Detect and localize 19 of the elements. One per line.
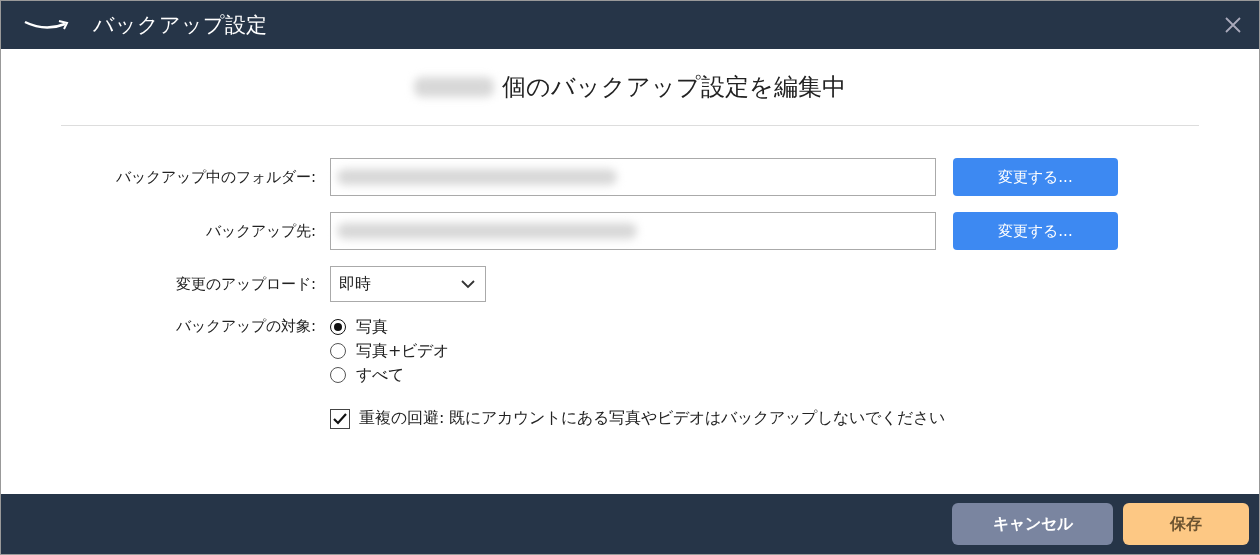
field-label: バックアップ中のフォルダー:	[114, 167, 316, 187]
close-icon[interactable]	[1225, 17, 1241, 33]
path-field[interactable]	[330, 212, 936, 250]
field-label: 変更のアップロード:	[174, 274, 316, 294]
path-field[interactable]	[330, 158, 936, 196]
dedupe-checkbox[interactable]: 重複の回避: 既にアカウントにある写真やビデオはバックアップしないでください	[330, 408, 1199, 429]
chevron-down-icon	[461, 279, 475, 289]
checkmark-icon	[333, 412, 347, 425]
radio-option[interactable]: 写真+ビデオ	[330, 340, 450, 362]
window-title: バックアップ設定	[93, 12, 268, 39]
field-label: バックアップの対象:	[174, 317, 316, 336]
dialog-heading: 個のバックアップ設定を編集中	[502, 72, 846, 103]
field-label: バックアップ先:	[204, 221, 316, 241]
radio-option[interactable]: すべて	[330, 364, 404, 386]
smile-arrow-icon	[23, 18, 71, 32]
cancel-button[interactable]: キャンセル	[952, 503, 1113, 545]
upload-dropdown[interactable]: 即時	[330, 266, 486, 302]
save-button[interactable]: 保存	[1123, 503, 1249, 545]
radio-option[interactable]: 写真	[330, 316, 388, 338]
